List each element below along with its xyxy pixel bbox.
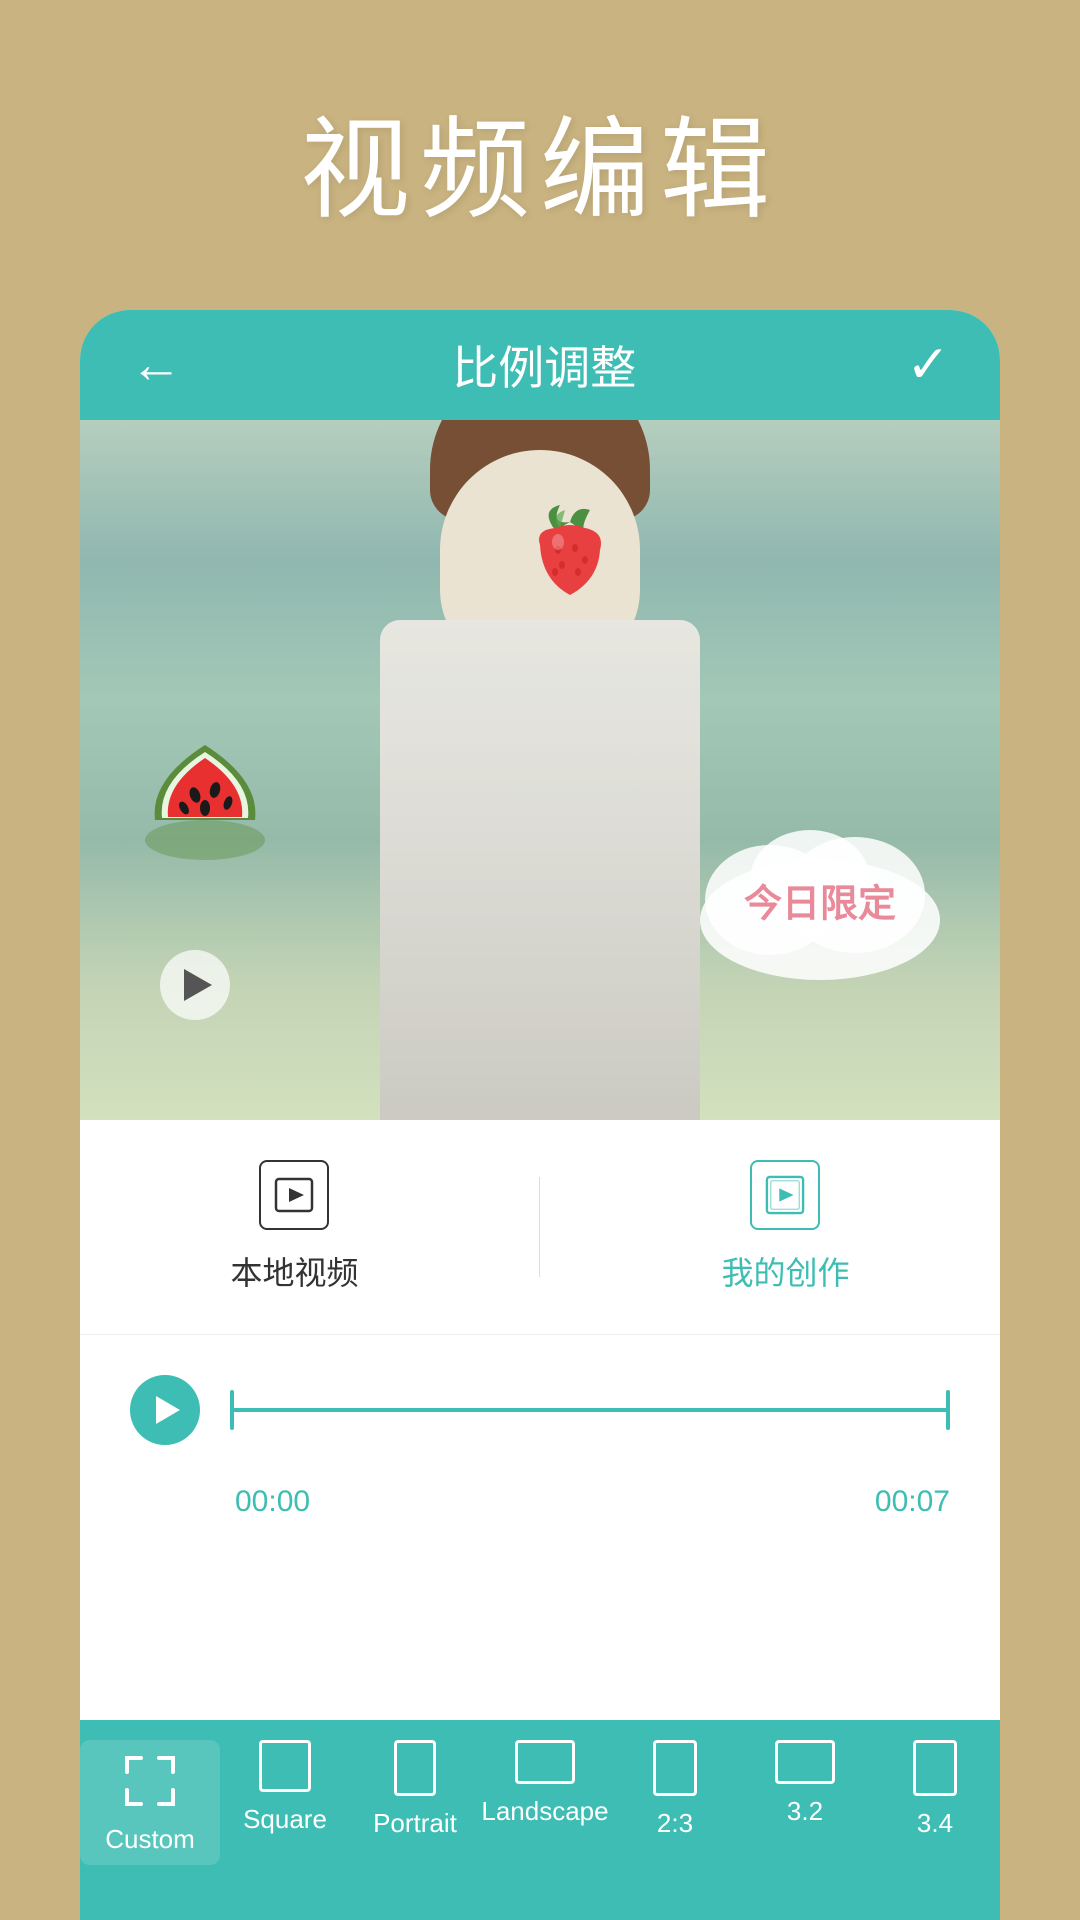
ratio-3-4[interactable]: 3.4 — [870, 1740, 1000, 1839]
my-creation-icon — [750, 1160, 820, 1230]
ratio-square-label: Square — [243, 1804, 327, 1835]
page-title: 视频编辑 — [0, 0, 1080, 240]
timeline-bar[interactable] — [230, 1408, 950, 1412]
ratio-2-3-icon — [653, 1740, 697, 1796]
timeline-play-icon — [156, 1396, 180, 1424]
my-creation-label: 我的创作 — [721, 1248, 849, 1294]
timeline-fill — [230, 1408, 950, 1412]
local-video-label: 本地视频 — [230, 1248, 358, 1294]
timeline-thumb-left[interactable] — [230, 1390, 234, 1430]
ratio-2-3-label: 2:3 — [657, 1808, 693, 1839]
ratio-landscape[interactable]: Landscape — [480, 1740, 610, 1827]
my-creation-button[interactable]: 我的创作 — [721, 1160, 849, 1294]
ratio-custom-icon — [119, 1750, 181, 1812]
time-start: 00:00 — [235, 1485, 310, 1519]
video-preview: 今日限定 — [80, 420, 1000, 1120]
timeline-times: 00:00 00:07 — [80, 1485, 1000, 1519]
ratio-bar: Custom Square Portrait Landscape — [80, 1720, 1000, 1920]
play-overlay-button[interactable] — [160, 950, 230, 1020]
local-video-icon — [259, 1160, 329, 1230]
timeline-play-button[interactable] — [130, 1375, 200, 1445]
local-video-button[interactable]: 本地视频 — [230, 1160, 358, 1294]
play-triangle-icon — [184, 969, 212, 1001]
ratio-custom-label: Custom — [105, 1824, 195, 1855]
ratio-3-2-label: 3.2 — [787, 1796, 823, 1827]
ratio-3-4-label: 3.4 — [917, 1808, 953, 1839]
ratio-portrait-label: Portrait — [373, 1808, 457, 1839]
app-card: ← 比例调整 ✓ — [80, 310, 1000, 1920]
ratio-square[interactable]: Square — [220, 1740, 350, 1835]
video-source-section: 本地视频 我的创作 — [80, 1120, 1000, 1335]
ratio-3-4-icon — [913, 1740, 957, 1796]
timeline-thumb-right[interactable] — [946, 1390, 950, 1430]
back-button[interactable]: ← — [130, 335, 182, 395]
cloud-text: 今日限定 — [744, 873, 896, 928]
ratio-landscape-label: Landscape — [481, 1796, 608, 1827]
timeline-section — [80, 1335, 1000, 1475]
cloud-sticker: 今日限定 — [680, 810, 960, 990]
ratio-portrait-icon — [394, 1740, 436, 1796]
ratio-landscape-icon — [515, 1740, 575, 1784]
time-end: 00:07 — [875, 1485, 950, 1519]
ratio-square-icon — [259, 1740, 311, 1792]
watermelon-sticker[interactable] — [140, 730, 270, 860]
strawberry-sticker[interactable] — [520, 500, 620, 610]
card-header: ← 比例调整 ✓ — [80, 310, 1000, 420]
ratio-portrait[interactable]: Portrait — [350, 1740, 480, 1839]
ratio-custom[interactable]: Custom — [80, 1740, 220, 1865]
divider-vertical — [539, 1177, 540, 1277]
ratio-3-2-icon — [775, 1740, 835, 1784]
confirm-button[interactable]: ✓ — [906, 335, 950, 395]
ratio-3-2[interactable]: 3.2 — [740, 1740, 870, 1827]
ratio-2-3[interactable]: 2:3 — [610, 1740, 740, 1839]
header-title: 比例调整 — [452, 332, 636, 398]
